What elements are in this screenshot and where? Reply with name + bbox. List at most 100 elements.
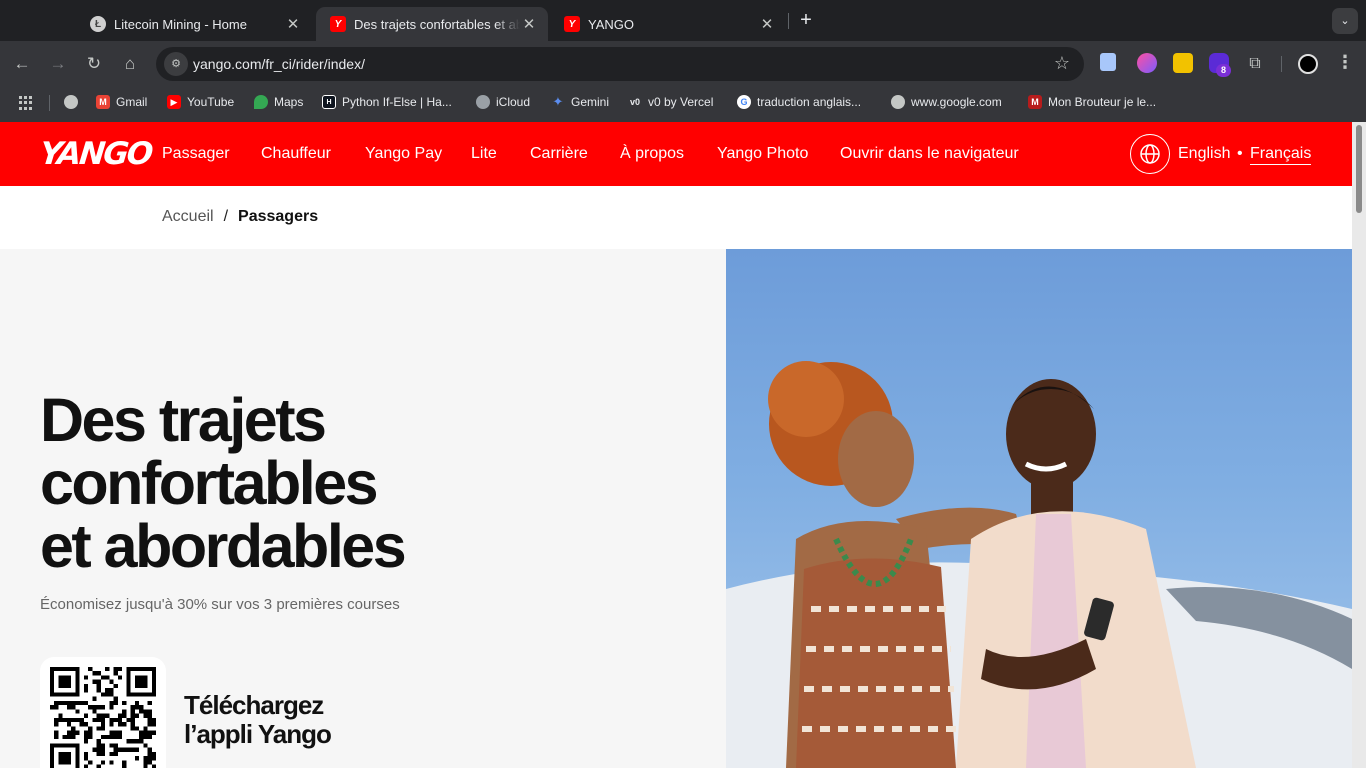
nav-chauffeur[interactable]: Chauffeur: [261, 145, 331, 163]
home-button[interactable]: ⌂: [117, 51, 143, 77]
extension-badge: 8: [1216, 64, 1231, 77]
apps-grid-icon[interactable]: [19, 96, 33, 110]
apple-icon: [476, 95, 490, 109]
yellow-extension-icon[interactable]: [1173, 53, 1193, 73]
close-icon[interactable]: ✕: [758, 15, 776, 33]
nav-yango-photo[interactable]: Yango Photo: [717, 145, 808, 163]
tab-strip: Ł Litecoin Mining - Home ✕ Y Des trajets…: [0, 0, 1366, 41]
qr-code-icon: [50, 667, 156, 768]
download-line: Téléchargez: [184, 690, 324, 720]
qr-code-card[interactable]: [40, 657, 166, 768]
yango-logo[interactable]: YANGO: [38, 136, 153, 172]
bookmark-star-icon[interactable]: ☆: [1054, 53, 1070, 74]
litecoin-icon: Ł: [90, 16, 106, 32]
couple-photo-illustration: [726, 361, 1352, 768]
yango-icon: Y: [330, 16, 346, 32]
close-icon[interactable]: ✕: [520, 15, 538, 33]
bookmark-label: Maps: [274, 95, 304, 109]
yango-icon: Y: [564, 16, 580, 32]
breadcrumb: Accueil / Passagers: [162, 208, 318, 226]
site-info-icon[interactable]: ⚙: [164, 52, 188, 76]
bookmark-hackerrank[interactable]: H Python If-Else | Ha...: [322, 95, 452, 109]
breadcrumb-current: Passagers: [238, 208, 319, 225]
bookmark-traduction[interactable]: Gtraduction anglais...: [737, 95, 861, 109]
woman-face-shape: [838, 411, 914, 507]
bookmark-brouteur[interactable]: M Mon Brouteur je le...: [1028, 95, 1156, 109]
language-globe-button[interactable]: [1130, 134, 1170, 174]
woman-dress-shape: [796, 558, 956, 768]
profile-avatar[interactable]: [1298, 54, 1318, 74]
bookmark-label: traduction anglais...: [757, 95, 862, 109]
nav-lite[interactable]: Lite: [471, 145, 497, 163]
colorful-extension-icon[interactable]: [1137, 53, 1157, 73]
web-page: YANGO Passager Chauffeur Yango Pay Lite …: [0, 122, 1352, 768]
youtube-icon: ▶: [167, 95, 181, 109]
download-app-text: Téléchargez l’appli Yango: [184, 690, 332, 749]
bookmark-google[interactable]: www.google.com: [891, 95, 1002, 109]
gemini-icon: ✦: [552, 94, 564, 109]
v0-icon: v0: [629, 97, 640, 107]
m-icon: M: [1028, 95, 1042, 109]
bookmark-maps[interactable]: Maps: [254, 95, 303, 109]
globe-icon: [891, 95, 905, 109]
address-bar[interactable]: ⚙ yango.com/fr_ci/rider/index/ ☆: [156, 47, 1084, 81]
bookmark-v0[interactable]: v0 v0 by Vercel: [628, 95, 713, 109]
browser-menu-icon[interactable]: ⋮: [1336, 52, 1354, 73]
nav-ouvrir-navigateur[interactable]: Ouvrir dans le navigateur: [840, 145, 1019, 163]
bookmark-label: Gemini: [571, 95, 610, 109]
forward-button[interactable]: →: [45, 51, 71, 77]
hero-title-line: Des trajets: [40, 386, 327, 454]
hero-text-panel: Des trajets confortables et abordables É…: [0, 249, 726, 768]
bookmark-label: YouTube: [187, 95, 235, 109]
bookmark-label: iCloud: [496, 95, 531, 109]
reload-button[interactable]: ↻: [81, 51, 107, 77]
tab-search-button[interactable]: ⌄: [1332, 8, 1358, 34]
hackerrank-icon: H: [322, 95, 336, 109]
tab-yango-rider[interactable]: Y Des trajets confortables et abordables…: [316, 7, 548, 41]
tab-title: YANGO: [588, 16, 634, 32]
globe-icon: [1140, 144, 1160, 164]
tab-title: Des trajets confortables et abordables: [354, 16, 520, 32]
maps-icon: [254, 95, 268, 109]
breadcrumb-home[interactable]: Accueil: [162, 208, 214, 226]
bookmark-gemini[interactable]: ✦ Gemini: [551, 94, 610, 110]
hero-title-line: confortables: [40, 449, 379, 517]
lang-english[interactable]: English: [1178, 145, 1230, 163]
breadcrumb-separator: /: [223, 208, 229, 225]
globe-icon: [64, 95, 78, 109]
man-face-shape: [1006, 379, 1096, 489]
page-scrollbar[interactable]: [1352, 122, 1366, 768]
hero-title: Des trajets confortables et abordables: [40, 389, 520, 578]
new-tab-button[interactable]: +: [796, 9, 816, 31]
nav-passager[interactable]: Passager: [162, 145, 230, 163]
url-text[interactable]: yango.com/fr_ci/rider/index/: [193, 56, 365, 72]
tab-yango[interactable]: Y YANGO ✕: [550, 7, 786, 41]
bookmark-label: Mon Brouteur je le...: [1048, 95, 1157, 109]
close-icon[interactable]: ✕: [284, 15, 302, 33]
back-button[interactable]: ←: [9, 51, 35, 77]
tab-separator: [788, 13, 789, 29]
bookmark-label: v0 by Vercel: [648, 95, 714, 109]
lang-francais[interactable]: Français: [1250, 145, 1312, 165]
bookmark-label: Python If-Else | Ha...: [342, 95, 452, 109]
nav-a-propos[interactable]: À propos: [620, 145, 684, 163]
tab-litecoin[interactable]: Ł Litecoin Mining - Home ✕: [76, 7, 312, 41]
hero-photo: [726, 249, 1352, 768]
lang-separator: •: [1237, 145, 1243, 162]
bookmark-youtube[interactable]: ▶ YouTube: [167, 95, 234, 109]
nav-carriere[interactable]: Carrière: [530, 145, 588, 163]
bookmark-icloud[interactable]: iCloud: [476, 95, 530, 109]
hero-title-line: et abordables: [40, 512, 407, 580]
hero-subtitle: Économisez jusqu'à 30% sur vos 3 premièr…: [40, 596, 400, 613]
bookmark-gmail[interactable]: M Gmail: [96, 95, 147, 109]
bookmark-folder[interactable]: [64, 95, 78, 109]
browser-toolbar: ← → ↻ ⌂ ⚙ yango.com/fr_ci/rider/index/ ☆…: [0, 41, 1366, 86]
nav-yango-pay[interactable]: Yango Pay: [365, 145, 442, 163]
toolbar-separator: [1281, 56, 1282, 72]
docs-extension-icon[interactable]: [1100, 53, 1116, 71]
woman-hair-shape: [768, 361, 844, 437]
site-header: YANGO Passager Chauffeur Yango Pay Lite …: [0, 122, 1352, 186]
scrollbar-thumb[interactable]: [1356, 125, 1362, 213]
extensions-puzzle-icon[interactable]: ⧉: [1242, 51, 1268, 77]
tab-title: Litecoin Mining - Home: [114, 16, 247, 32]
